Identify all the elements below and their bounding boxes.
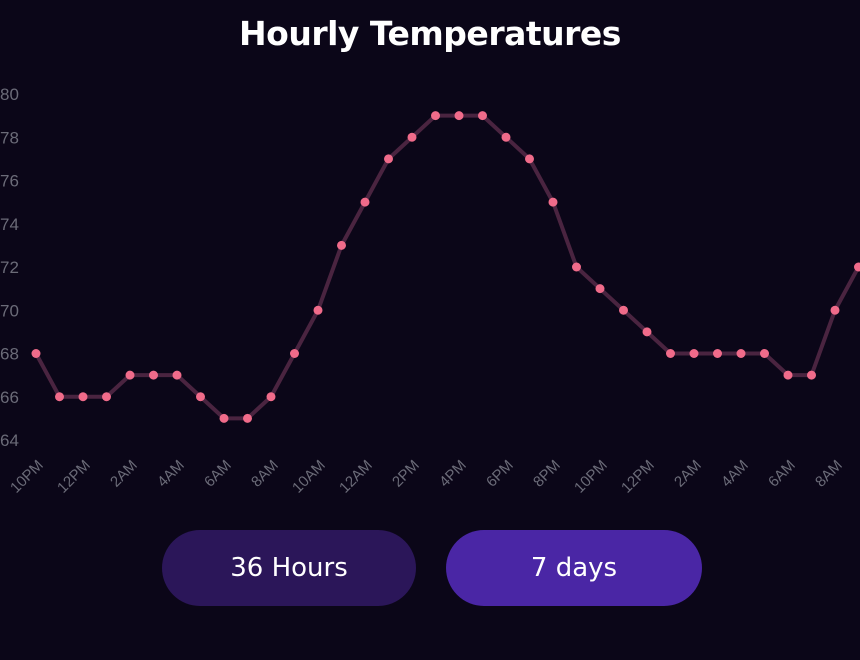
data-point xyxy=(219,413,229,423)
x-tick-label: 8AM xyxy=(248,457,282,491)
data-point xyxy=(454,111,464,121)
data-point xyxy=(407,132,417,142)
y-tick-label: 70 xyxy=(0,301,19,320)
data-point xyxy=(807,370,816,380)
data-point xyxy=(525,154,534,164)
data-point xyxy=(243,413,252,423)
36-hours-button[interactable]: 36 Hours xyxy=(162,530,416,606)
data-point xyxy=(149,370,158,380)
data-point xyxy=(548,197,558,207)
x-tick-label: 2AM xyxy=(671,457,705,491)
y-tick-label: 74 xyxy=(0,215,19,234)
data-point xyxy=(830,305,840,315)
data-point xyxy=(619,305,628,315)
data-point xyxy=(642,327,652,337)
data-point xyxy=(384,154,393,164)
temperature-chart: 646668707274767880 10PM 12PM 2AM 4AM 6AM 8AM 1… xyxy=(0,85,860,497)
x-tick-label: 12AM xyxy=(336,457,376,497)
y-tick-label: 72 xyxy=(0,258,19,277)
x-tick-label: 12PM xyxy=(54,457,94,497)
temperature-line xyxy=(34,113,860,421)
data-point xyxy=(478,111,487,121)
x-tick-label: 6AM xyxy=(201,457,235,491)
y-tick-label: 80 xyxy=(0,85,19,104)
data-point xyxy=(266,392,276,402)
x-tick-label: 10AM xyxy=(289,457,329,497)
data-point xyxy=(689,349,699,358)
y-tick-label: 78 xyxy=(0,128,19,147)
x-tick-label: 10PM xyxy=(7,457,47,497)
y-tick-label: 64 xyxy=(0,431,19,450)
data-point xyxy=(595,284,605,294)
data-point xyxy=(102,392,111,402)
data-point xyxy=(196,392,205,402)
data-point xyxy=(713,349,722,358)
x-tick-label: 8AM xyxy=(812,457,846,491)
data-point xyxy=(736,349,746,358)
data-point xyxy=(501,132,511,142)
data-point xyxy=(290,349,299,358)
y-axis: 64 66 68 70 72 74 76 78 80 xyxy=(0,85,19,450)
data-point xyxy=(125,370,135,380)
x-tick-label: 12PM xyxy=(618,457,658,497)
x-tick-label: 8PM xyxy=(530,457,564,491)
data-point xyxy=(760,349,769,358)
data-point xyxy=(431,111,440,121)
x-tick-label: 4AM xyxy=(154,457,188,491)
y-tick-label: 66 xyxy=(0,388,19,407)
x-tick-label: 4PM xyxy=(436,457,470,491)
data-points xyxy=(31,111,860,423)
data-point xyxy=(313,305,323,315)
data-point xyxy=(783,370,793,380)
data-point xyxy=(666,349,675,358)
x-tick-label: 6PM xyxy=(483,457,517,491)
data-point xyxy=(31,349,41,358)
data-point xyxy=(172,370,182,380)
7-days-button[interactable]: 7 days xyxy=(446,530,702,606)
data-point xyxy=(337,240,346,250)
x-tick-label: 2PM xyxy=(389,457,423,491)
x-axis: 10PM 12PM 2AM 4AM 6AM 8AM 10AM 12AM 2PM 4PM 6PM 8PM… xyxy=(7,457,846,497)
x-tick-label: 4AM xyxy=(718,457,752,491)
data-point xyxy=(78,392,88,402)
data-point xyxy=(572,262,581,272)
y-tick-label: 68 xyxy=(0,345,19,364)
data-point xyxy=(360,197,370,207)
x-tick-label: 6AM xyxy=(765,457,799,491)
x-tick-label: 10PM xyxy=(571,457,611,497)
data-point xyxy=(55,392,64,402)
y-tick-label: 76 xyxy=(0,172,19,191)
x-tick-label: 2AM xyxy=(107,457,141,491)
